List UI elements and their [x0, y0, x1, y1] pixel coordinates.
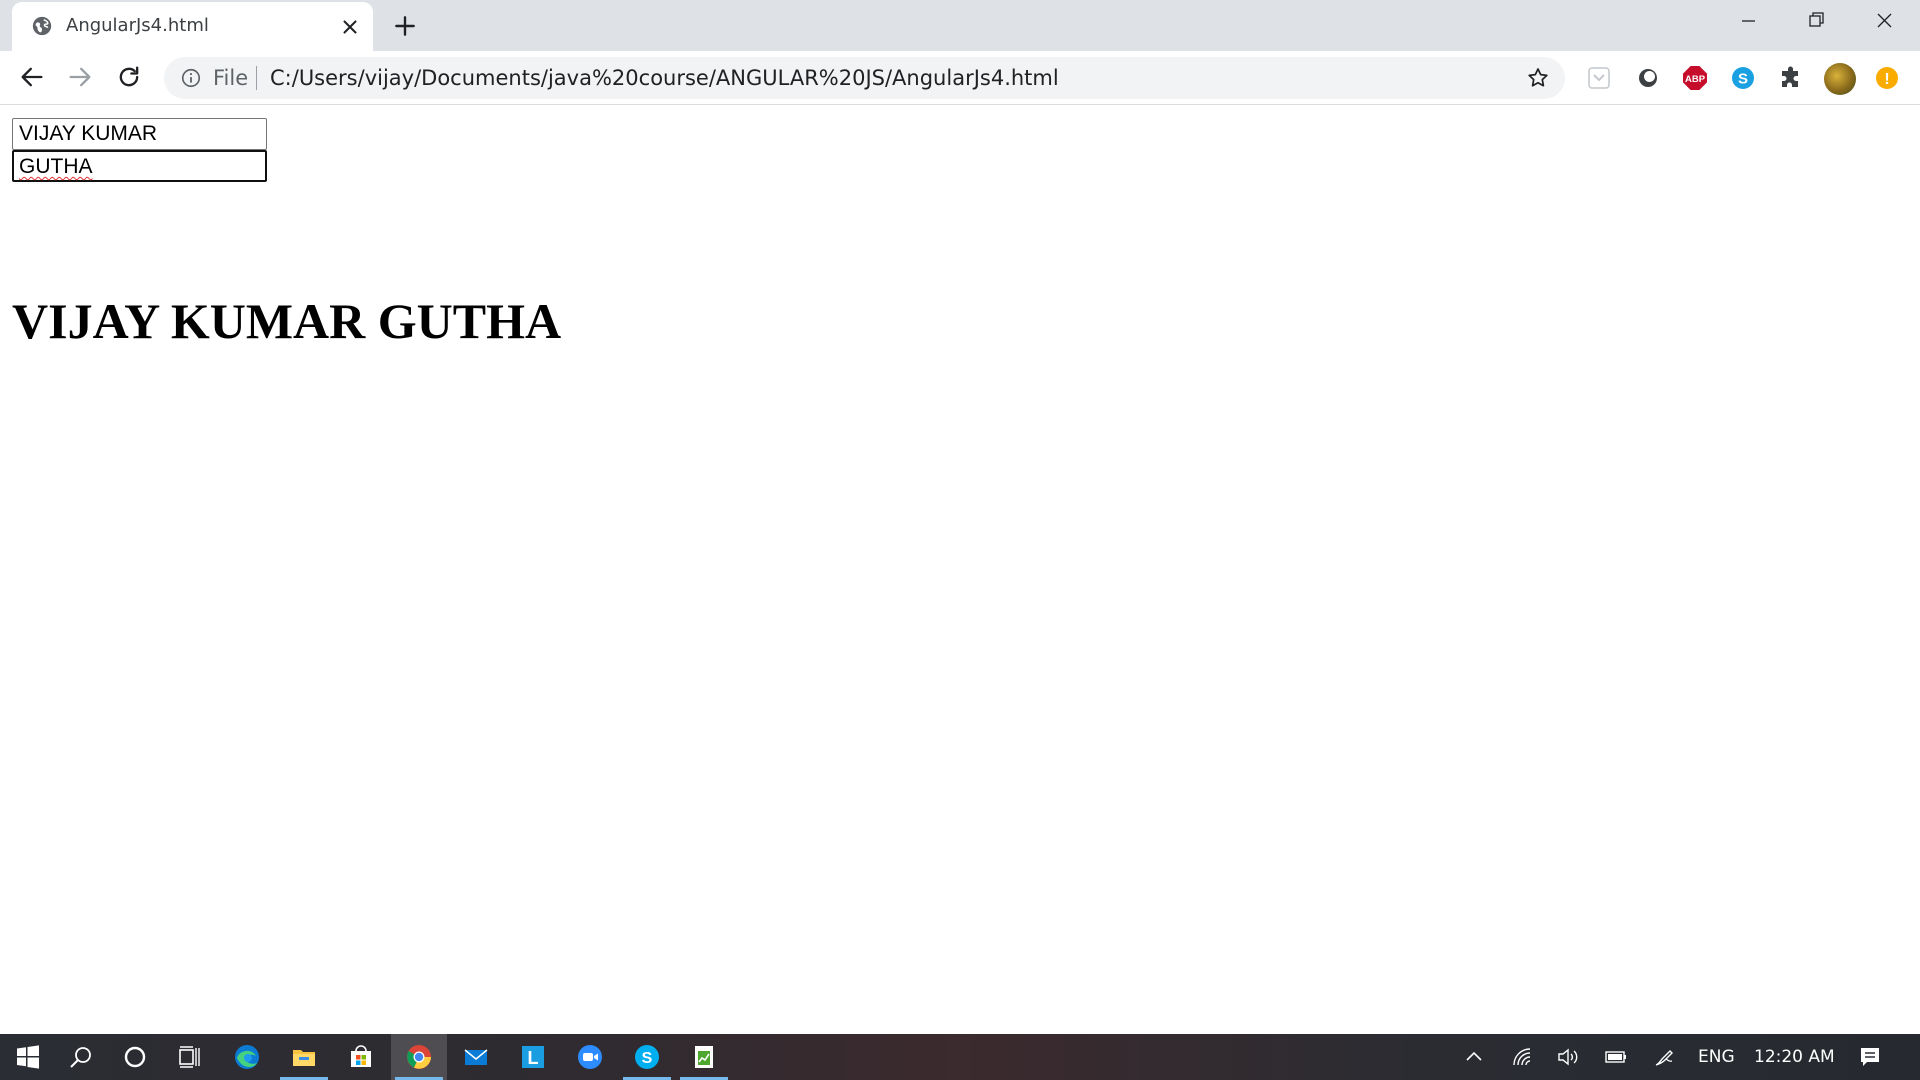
browser-tab-active[interactable]: AngularJs4.html — [12, 2, 373, 51]
last-name-input[interactable]: GUTHA — [12, 150, 267, 182]
omnibox-divider — [256, 66, 257, 90]
tab-title: AngularJs4.html — [66, 15, 209, 36]
bookmark-star-icon[interactable] — [1526, 66, 1550, 90]
task-view-icon[interactable] — [161, 1034, 217, 1080]
circle-extension-icon[interactable] — [1635, 65, 1661, 91]
full-name-heading: VIJAY KUMAR GUTHA — [12, 293, 562, 349]
alert-label: ! — [1884, 71, 1889, 88]
pocket-icon[interactable] — [1586, 65, 1612, 91]
adblock-plus-icon[interactable]: ABP — [1682, 65, 1708, 91]
language-indicator[interactable]: ENG — [1698, 1047, 1735, 1067]
browser-tabstrip: AngularJs4.html — [0, 0, 1920, 51]
first-name-input[interactable] — [12, 118, 267, 150]
restore-window-icon[interactable] — [1782, 0, 1850, 43]
browser-toolbar: File C:/Users/vijay/Documents/java%20cou… — [0, 51, 1920, 105]
notepad-chart-icon[interactable] — [676, 1034, 732, 1080]
back-arrow-icon[interactable] — [18, 63, 46, 91]
minimize-window-icon[interactable] — [1714, 0, 1782, 43]
url-text[interactable]: C:/Users/vijay/Documents/java%20course/A… — [270, 67, 1059, 89]
reload-icon[interactable] — [115, 63, 143, 91]
info-icon[interactable] — [180, 67, 202, 89]
store-icon[interactable] — [333, 1034, 389, 1080]
forward-arrow-icon[interactable] — [66, 63, 94, 91]
skype-taskbar-icon[interactable]: S — [619, 1034, 675, 1080]
skype-extension-icon[interactable]: S — [1730, 65, 1756, 91]
address-bar[interactable]: File C:/Users/vijay/Documents/java%20cou… — [164, 57, 1565, 99]
clock[interactable]: 12:20 AM — [1754, 1047, 1835, 1067]
extensions-puzzle-icon[interactable] — [1778, 65, 1804, 91]
l-app-icon[interactable]: L — [505, 1034, 561, 1080]
mail-icon[interactable] — [448, 1034, 504, 1080]
battery-icon[interactable] — [1604, 1045, 1628, 1069]
windows-taskbar: L S ENG 12:20 AM — [0, 1034, 1920, 1080]
new-tab-icon[interactable] — [392, 13, 418, 39]
profile-avatar[interactable] — [1824, 63, 1856, 95]
edge-icon[interactable] — [219, 1034, 275, 1080]
scheme-label: File — [213, 66, 249, 90]
notification-center-icon[interactable] — [1858, 1045, 1882, 1069]
pen-icon[interactable] — [1652, 1045, 1676, 1069]
skype-label: S — [1738, 71, 1748, 88]
cortana-icon[interactable] — [107, 1034, 163, 1080]
svg-text:L: L — [528, 1048, 539, 1068]
chevron-up-icon[interactable] — [1462, 1045, 1486, 1069]
globe-icon — [32, 16, 52, 36]
close-window-icon[interactable] — [1850, 0, 1918, 43]
adblock-label: ABP — [1685, 74, 1706, 85]
volume-icon[interactable] — [1556, 1045, 1580, 1069]
last-name-value: GUTHA — [19, 155, 93, 178]
zoom-icon[interactable] — [562, 1034, 618, 1080]
wifi-icon[interactable] — [1510, 1045, 1534, 1069]
start-icon[interactable] — [0, 1034, 56, 1080]
search-icon[interactable] — [53, 1034, 109, 1080]
update-alert-icon[interactable]: ! — [1874, 65, 1900, 91]
svg-text:S: S — [642, 1050, 653, 1067]
file-explorer-icon[interactable] — [276, 1034, 332, 1080]
close-tab-icon[interactable] — [339, 16, 361, 38]
chrome-icon[interactable] — [391, 1034, 447, 1080]
page-content: GUTHA VIJAY KUMAR GUTHA — [0, 106, 1920, 1034]
